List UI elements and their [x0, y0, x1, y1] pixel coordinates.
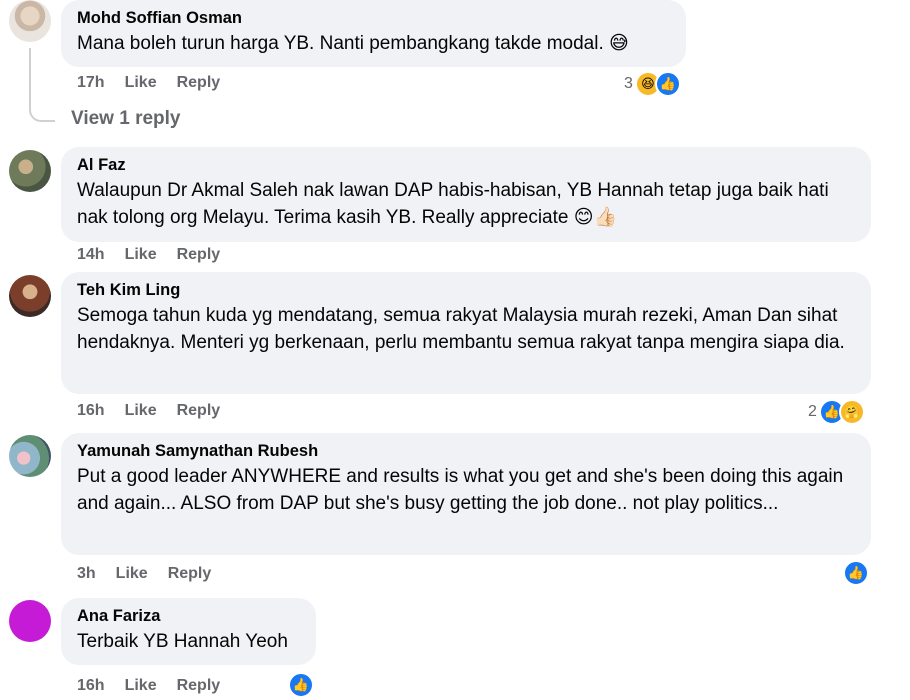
- comment-author[interactable]: Teh Kim Ling: [77, 280, 855, 300]
- comment-text: Walaupun Dr Akmal Saleh nak lawan DAP ha…: [77, 180, 829, 228]
- comment-bubble: Al Faz Walaupun Dr Akmal Saleh nak lawan…: [61, 147, 871, 242]
- comment-time[interactable]: 16h: [77, 677, 105, 695]
- avatar[interactable]: [9, 275, 51, 317]
- comment-text: Semoga tahun kuda yg mendatang, semua ra…: [77, 305, 845, 353]
- avatar[interactable]: [9, 600, 51, 642]
- avatar[interactable]: [9, 0, 51, 42]
- like-button[interactable]: Like: [125, 402, 157, 420]
- comment-actions: 16h Like Reply: [77, 402, 220, 420]
- like-reaction-icon: 👍: [843, 560, 869, 586]
- avatar-image-text: [26, 617, 34, 625]
- comment-bubble: Ana Fariza Terbaik YB Hannah Yeoh: [61, 598, 316, 665]
- reaction-count: 3: [624, 75, 633, 92]
- comment-text: Put a good leader ANYWHERE and results i…: [77, 466, 844, 514]
- reply-button[interactable]: Reply: [177, 246, 221, 264]
- comment-time[interactable]: 17h: [77, 74, 105, 92]
- reaction-summary[interactable]: 2 👍 🤗: [808, 399, 865, 425]
- reaction-count: 2: [808, 403, 817, 420]
- like-button[interactable]: Like: [116, 565, 148, 583]
- comment-bubble: Yamunah Samynathan Rubesh Put a good lea…: [61, 433, 871, 555]
- comment-actions: 14h Like Reply: [77, 246, 220, 264]
- reaction-summary[interactable]: 👍: [288, 672, 314, 698]
- comment-time[interactable]: 14h: [77, 246, 105, 264]
- like-button[interactable]: Like: [125, 74, 157, 92]
- like-button[interactable]: Like: [125, 677, 157, 695]
- avatar[interactable]: [9, 150, 51, 192]
- comment-actions: 17h Like Reply: [77, 74, 220, 92]
- comment-author[interactable]: Yamunah Samynathan Rubesh: [77, 441, 855, 461]
- comment-text: Mana boleh turun harga YB. Nanti pembang…: [77, 33, 629, 54]
- reaction-summary[interactable]: 👍: [843, 560, 869, 586]
- comment-text: Terbaik YB Hannah Yeoh: [77, 631, 288, 652]
- comment-bubble: Mohd Soffian Osman Mana boleh turun harg…: [61, 0, 686, 67]
- avatar[interactable]: [9, 435, 51, 477]
- care-reaction-icon: 🤗: [838, 399, 865, 425]
- comment-author[interactable]: Al Faz: [77, 155, 855, 175]
- reply-button[interactable]: Reply: [177, 74, 221, 92]
- comment-actions: 3h Like Reply: [77, 565, 211, 583]
- thread-line: [29, 48, 55, 122]
- like-reaction-icon: 👍: [288, 672, 314, 698]
- comment-time[interactable]: 3h: [77, 565, 96, 583]
- reply-button[interactable]: Reply: [177, 677, 221, 695]
- reaction-summary[interactable]: 3 😆 👍: [624, 71, 681, 97]
- comment-time[interactable]: 16h: [77, 402, 105, 420]
- comment-author[interactable]: Mohd Soffian Osman: [77, 8, 670, 28]
- like-button[interactable]: Like: [125, 246, 157, 264]
- comment-bubble: Teh Kim Ling Semoga tahun kuda yg mendat…: [61, 272, 871, 394]
- comment-actions: 16h Like Reply: [77, 677, 220, 695]
- comment-author[interactable]: Ana Fariza: [77, 606, 300, 626]
- view-replies-link[interactable]: View 1 reply: [71, 108, 181, 130]
- reply-button[interactable]: Reply: [177, 402, 221, 420]
- reply-button[interactable]: Reply: [168, 565, 212, 583]
- like-reaction-icon: 👍: [654, 71, 681, 97]
